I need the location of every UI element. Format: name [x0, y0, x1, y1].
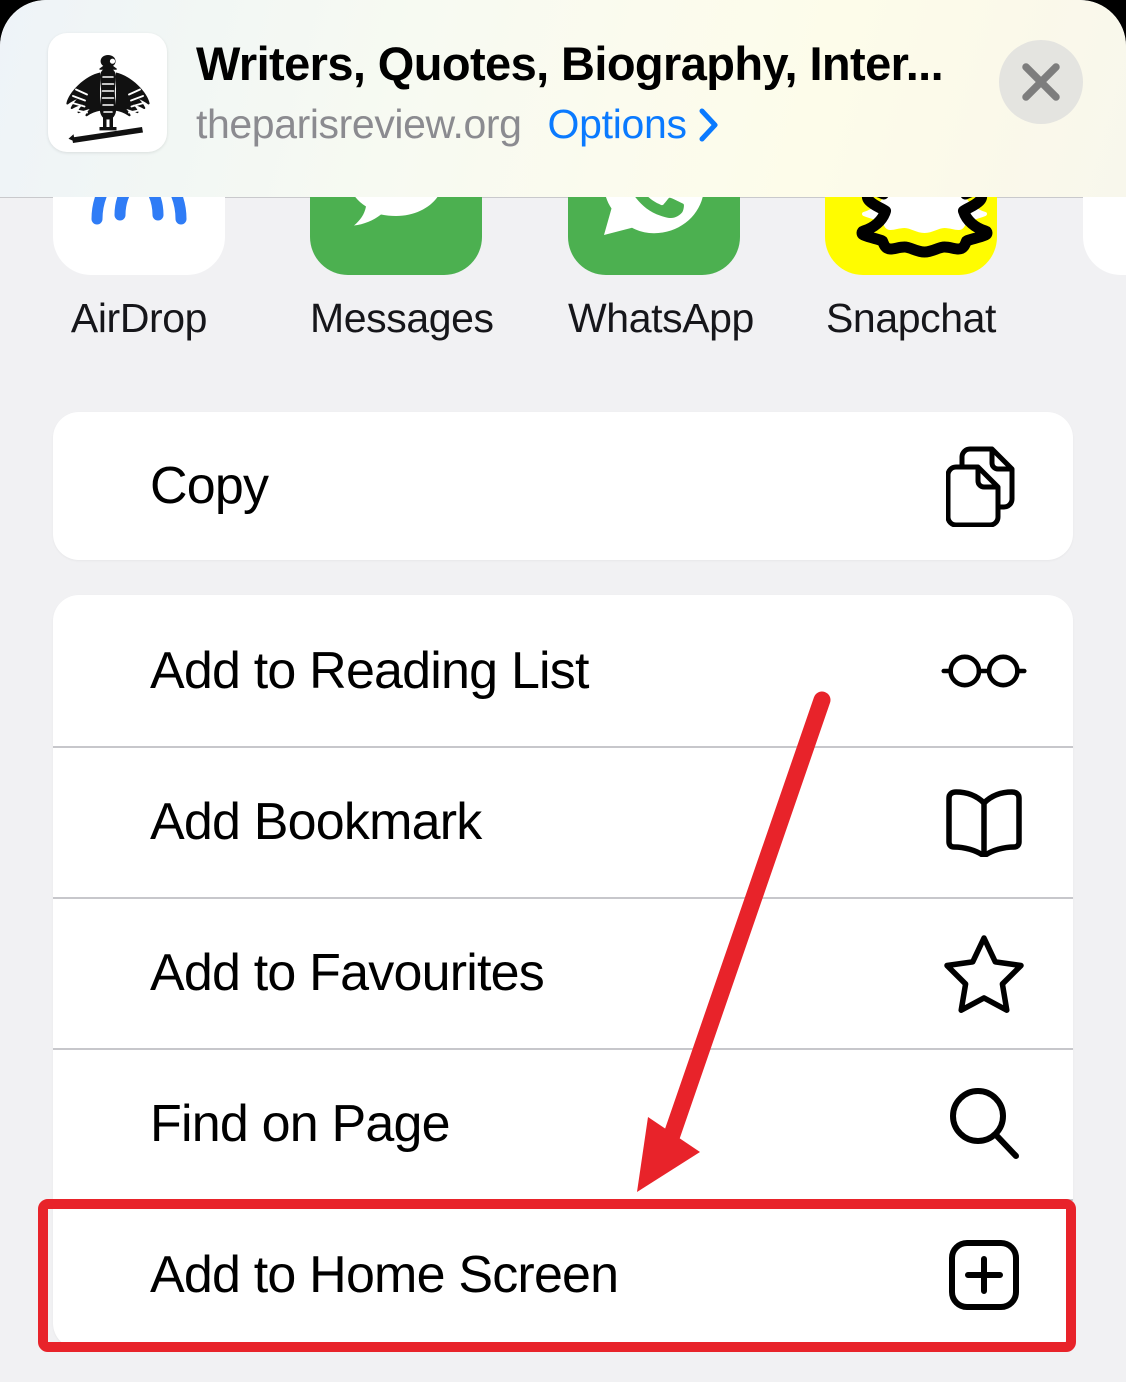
whatsapp-icon: [568, 197, 740, 275]
star-icon: [941, 930, 1027, 1016]
share-target-label: AirDrop: [53, 295, 225, 342]
share-target-partial[interactable]: [1083, 197, 1126, 275]
share-sheet: Writers, Quotes, Biography, Inter... the…: [0, 0, 1126, 1382]
header-content: Writers, Quotes, Biography, Inter... the…: [48, 33, 1126, 197]
chevron-right-icon: [699, 108, 719, 142]
paris-review-eagle-logo-icon: [56, 41, 160, 145]
book-icon: [941, 779, 1027, 865]
share-sheet-header: Writers, Quotes, Biography, Inter... the…: [0, 0, 1126, 198]
menu-item-add-to-reading-list[interactable]: Add to Reading List: [53, 595, 1073, 746]
menu-item-find-on-page[interactable]: Find on Page: [53, 1048, 1073, 1199]
share-target-whatsapp[interactable]: WhatsApp: [568, 197, 740, 342]
options-button[interactable]: Options: [548, 103, 719, 146]
site-domain: theparisreview.org: [196, 103, 522, 146]
menu-item-label: Add Bookmark: [150, 796, 481, 848]
snapchat-icon: [825, 197, 997, 275]
glasses-icon: [941, 628, 1027, 714]
share-target-label: Messages: [310, 295, 482, 342]
menu-item-copy[interactable]: Copy: [53, 412, 1073, 560]
site-favicon: [48, 33, 167, 152]
copy-icon: [941, 443, 1027, 529]
menu-item-add-bookmark[interactable]: Add Bookmark: [53, 746, 1073, 897]
plus-square-icon: [941, 1232, 1027, 1318]
menu-item-add-to-favourites[interactable]: Add to Favourites: [53, 897, 1073, 1048]
actions-card: Add to Reading List Add Bookmark Add: [53, 595, 1073, 1349]
menu-item-label: Find on Page: [150, 1098, 450, 1150]
messages-icon: [310, 197, 482, 275]
airdrop-icon: [53, 197, 225, 275]
share-target-label: Snapchat: [825, 295, 997, 342]
share-target-messages[interactable]: Messages: [310, 197, 482, 342]
page-title: Writers, Quotes, Biography, Inter...: [196, 40, 943, 87]
menu-item-label: Add to Reading List: [150, 645, 589, 697]
magnifier-icon: [941, 1081, 1027, 1167]
share-target-airdrop[interactable]: AirDrop: [53, 197, 225, 342]
menu-item-label: Copy: [150, 460, 268, 512]
close-icon: [1018, 59, 1064, 105]
app-targets-row[interactable]: AirDrop Messages WhatsApp: [0, 197, 1126, 343]
menu-item-label: Add to Favourites: [150, 947, 544, 999]
header-text-block: Writers, Quotes, Biography, Inter... the…: [196, 33, 943, 146]
menu-item-add-to-home-screen[interactable]: Add to Home Screen: [53, 1199, 1073, 1349]
partial-app-icon: [1083, 197, 1126, 275]
close-button[interactable]: [999, 40, 1083, 124]
share-target-snapchat[interactable]: Snapchat: [825, 197, 997, 342]
share-target-label: WhatsApp: [568, 295, 740, 342]
menu-item-label: Add to Home Screen: [150, 1249, 618, 1301]
options-label: Options: [548, 103, 687, 146]
copy-card: Copy: [53, 412, 1073, 560]
subtitle-row: theparisreview.org Options: [196, 103, 943, 146]
